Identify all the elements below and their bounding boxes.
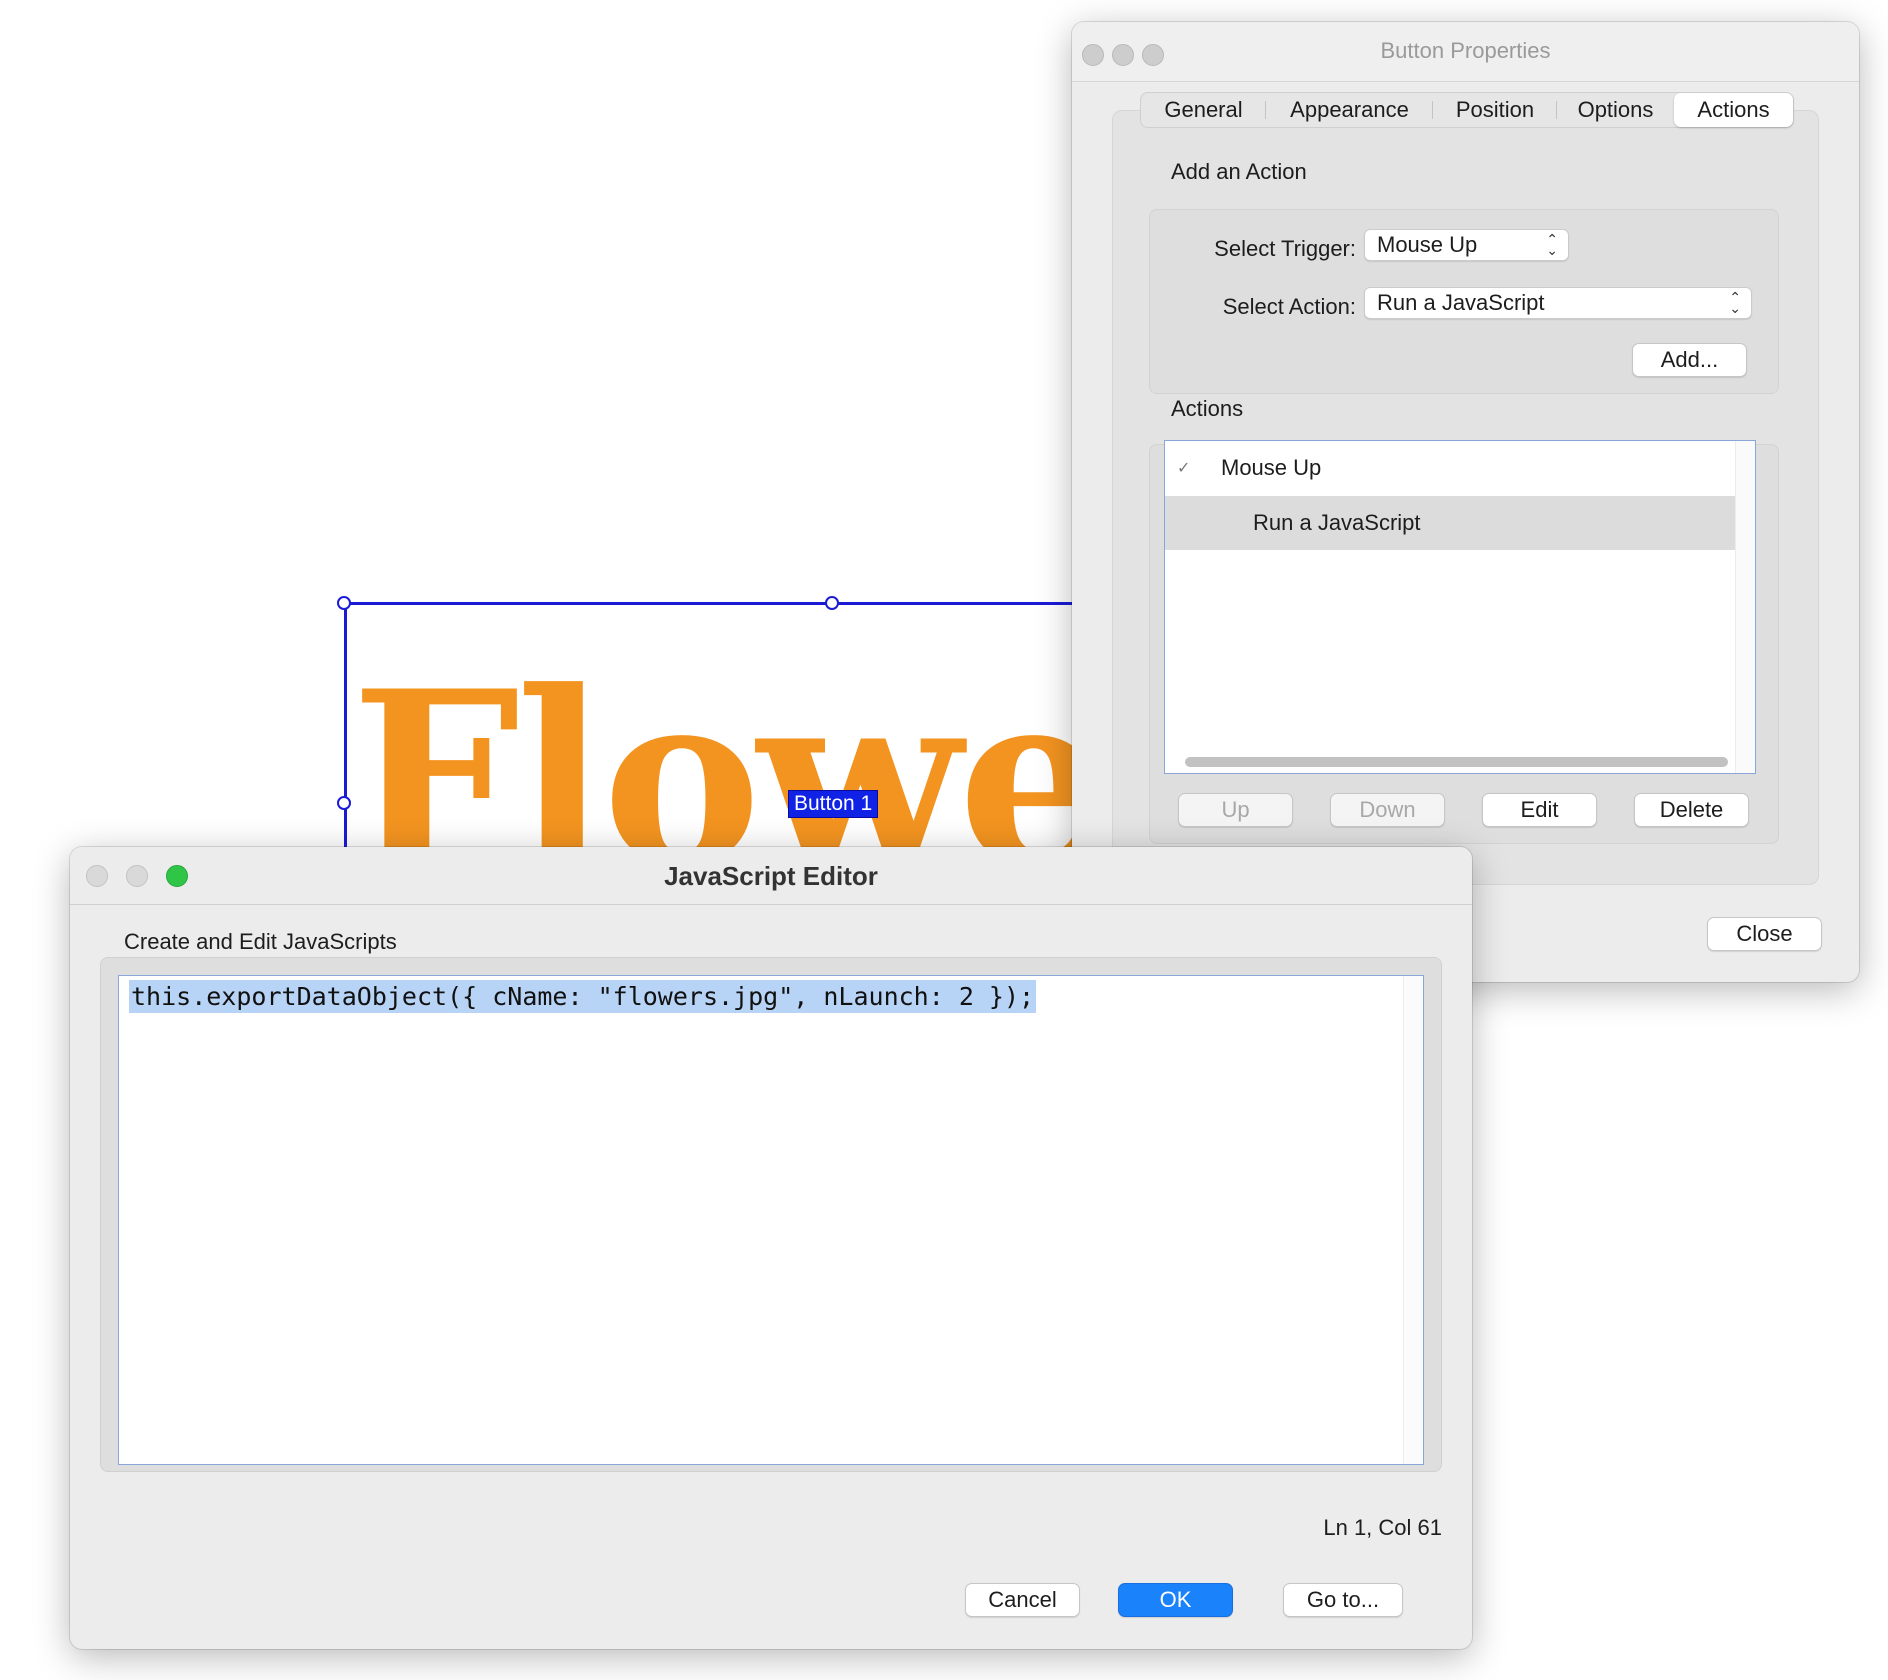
horizontal-scrollbar[interactable]: [1185, 757, 1728, 767]
resize-handle-top-middle[interactable]: [825, 596, 839, 610]
button-properties-window: Button Properties Add an Action Select T…: [1072, 22, 1859, 982]
properties-window-title: Button Properties: [1380, 38, 1551, 63]
tab-general[interactable]: General: [1141, 93, 1266, 127]
editor-subtitle: Create and Edit JavaScripts: [124, 929, 397, 954]
properties-titlebar: Button Properties: [1072, 22, 1859, 82]
list-item-trigger[interactable]: ✓ Mouse Up: [1165, 441, 1737, 495]
goto-button[interactable]: Go to...: [1283, 1583, 1403, 1617]
checkmark-icon: ✓: [1177, 460, 1191, 477]
select-trigger-label: Select Trigger:: [1214, 236, 1356, 261]
editor-titlebar: JavaScript Editor: [70, 847, 1472, 905]
move-up-button[interactable]: Up: [1178, 793, 1293, 827]
resize-handle-top-left[interactable]: [337, 596, 351, 610]
delete-action-button[interactable]: Delete: [1634, 793, 1749, 827]
trigger-select-value: Mouse Up: [1377, 232, 1478, 257]
chevron-updown-icon: ⌃ ⌄: [1546, 231, 1558, 258]
tab-actions[interactable]: Actions: [1674, 93, 1793, 127]
vertical-scrollbar[interactable]: [1403, 976, 1423, 1464]
actions-heading: Actions: [1171, 396, 1244, 421]
action-select[interactable]: Run a JavaScript ⌃ ⌄: [1364, 287, 1752, 319]
actions-tree-list[interactable]: ✓ Mouse Up Run a JavaScript: [1164, 440, 1756, 774]
list-item-label: Mouse Up: [1221, 455, 1322, 480]
select-action-label: Select Action:: [1222, 294, 1356, 319]
tab-appearance[interactable]: Appearance: [1266, 93, 1433, 127]
editor-window-title: JavaScript Editor: [664, 861, 878, 891]
add-action-heading: Add an Action: [1171, 159, 1307, 184]
code-line-selected: this.exportDataObject({ cName: "flowers.…: [129, 980, 1037, 1013]
add-action-button[interactable]: Add...: [1632, 343, 1747, 377]
tab-options[interactable]: Options: [1557, 93, 1674, 127]
ok-button[interactable]: OK: [1118, 1583, 1233, 1617]
resize-handle-middle-left[interactable]: [337, 796, 351, 810]
move-down-button[interactable]: Down: [1330, 793, 1445, 827]
edit-action-button[interactable]: Edit: [1482, 793, 1597, 827]
cancel-button[interactable]: Cancel: [965, 1583, 1080, 1617]
trigger-select[interactable]: Mouse Up ⌃ ⌄: [1364, 229, 1569, 261]
chevron-updown-icon: ⌃ ⌄: [1729, 289, 1741, 316]
list-item-label: Run a JavaScript: [1253, 510, 1421, 535]
vertical-scrollbar[interactable]: [1735, 441, 1755, 773]
properties-tab-bar: General Appearance Position Options Acti…: [1140, 92, 1794, 128]
tab-position[interactable]: Position: [1433, 93, 1557, 127]
code-editor[interactable]: this.exportDataObject({ cName: "flowers.…: [118, 975, 1424, 1465]
cursor-position-status: Ln 1, Col 61: [1323, 1515, 1442, 1540]
field-name-label: Button 1: [788, 790, 879, 818]
action-select-value: Run a JavaScript: [1377, 290, 1545, 315]
list-item-action[interactable]: Run a JavaScript: [1165, 496, 1737, 550]
close-dialog-button[interactable]: Close: [1707, 917, 1822, 951]
javascript-editor-window: JavaScript Editor Create and Edit JavaSc…: [70, 847, 1472, 1649]
